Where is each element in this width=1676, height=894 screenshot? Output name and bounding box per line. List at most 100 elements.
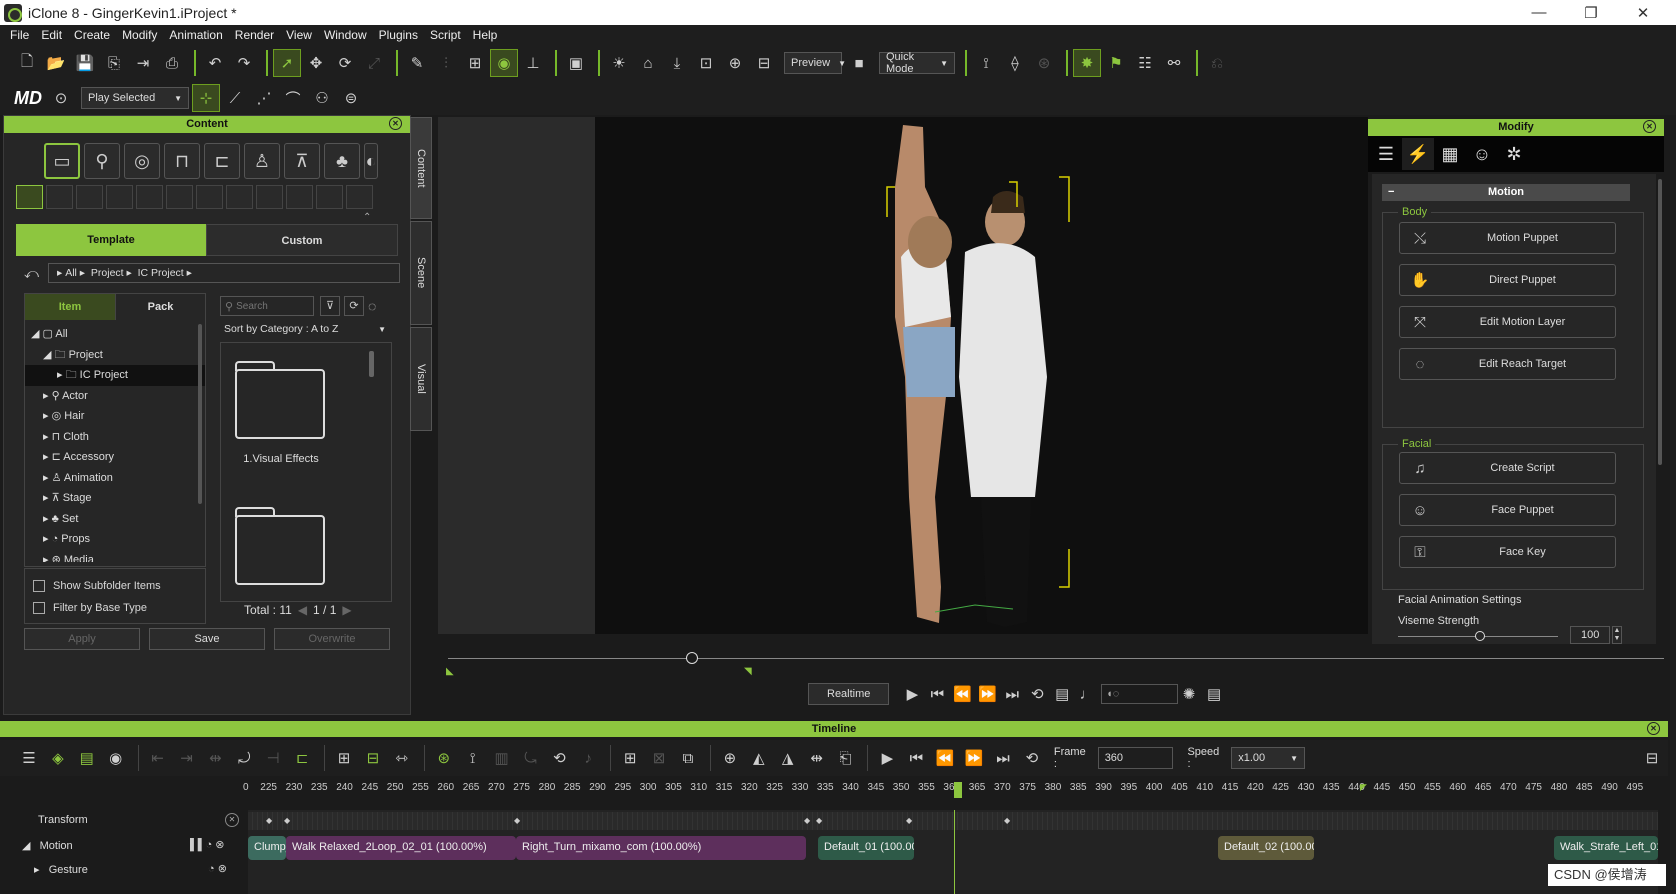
frame-selected-icon[interactable]: ⊡ <box>693 50 719 76</box>
filter-icon[interactable]: ⊽ <box>320 296 340 316</box>
tree-scrollbar[interactable] <box>198 324 202 504</box>
tree-item-media[interactable]: ▸ ⊛ Media <box>25 550 205 563</box>
export-icon[interactable]: ⇥ <box>130 50 156 76</box>
move-icon[interactable]: ✥ <box>303 50 329 76</box>
stage-category-icon[interactable]: ⊼ <box>284 143 320 179</box>
key-diamond-icon[interactable]: ◆ <box>266 816 272 825</box>
tab-pack[interactable]: Pack <box>115 294 205 320</box>
tl-prev-frame-icon[interactable]: ⏪ <box>932 745 958 771</box>
disabled-edit-icon[interactable]: ⇹ <box>202 745 228 771</box>
quick-mode-dropdown[interactable]: Quick Mode ▼ <box>879 51 955 75</box>
viseme-slider-handle[interactable] <box>1475 631 1485 641</box>
set-category-icon[interactable]: ♣ <box>324 143 360 179</box>
play-icon[interactable]: ▶ <box>901 681 923 707</box>
realtime-button[interactable]: Realtime <box>808 683 890 705</box>
film-icon[interactable]: ▤ <box>1203 681 1225 707</box>
loop-icon[interactable]: ⟲ <box>1026 681 1048 707</box>
view-mode-icon[interactable]: ◌ <box>368 298 376 314</box>
back-arrow-icon[interactable]: ⤺ <box>16 265 48 282</box>
path-icon[interactable]: ⟋ <box>222 85 248 111</box>
play-selected-dropdown[interactable]: Play Selected ▼ <box>81 87 189 109</box>
viewport-render-area[interactable] <box>595 117 1368 634</box>
viewport[interactable] <box>438 117 1368 634</box>
disabled-edit-icon[interactable]: ▥ <box>489 745 515 771</box>
tree-item-set[interactable]: ▸ ♣ Set <box>25 509 205 530</box>
menu-window[interactable]: Window <box>324 28 367 42</box>
actor-category-icon[interactable]: ⚲ <box>84 143 120 179</box>
cloth-category-icon[interactable]: ⊓ <box>164 143 200 179</box>
tree-item-hair[interactable]: ▸ ◎ Hair <box>25 406 205 427</box>
search-input[interactable] <box>236 300 307 312</box>
tl-next-key-icon[interactable]: ⏭ <box>990 745 1016 771</box>
subcategory-cell[interactable] <box>316 185 343 209</box>
fk-icon[interactable]: ⟠ <box>1002 50 1028 76</box>
restore-icon[interactable]: ❐ <box>1568 0 1614 25</box>
close-icon[interactable]: ✕ <box>1620 0 1666 25</box>
disabled-edit-icon[interactable]: ⊣ <box>260 745 286 771</box>
menu-modify[interactable]: Modify <box>122 28 157 42</box>
export-clip-icon[interactable]: ⎗ <box>833 745 859 771</box>
align-icon[interactable]: ⫶ <box>433 50 459 76</box>
next-frame-icon[interactable]: ⏩ <box>976 681 998 707</box>
loop-clip-icon[interactable]: ⟲ <box>546 745 572 771</box>
motion-clip[interactable]: Right_Turn_mixamo_com (100.00%) <box>516 836 806 860</box>
motion-tab-icon[interactable]: ⚡ <box>1402 138 1434 170</box>
crowd-icon[interactable]: ⚇ <box>309 85 335 111</box>
save-button[interactable]: Save <box>149 628 265 650</box>
menu-edit[interactable]: Edit <box>41 28 62 42</box>
import-icon[interactable]: ⎘ <box>101 50 127 76</box>
folder-item-icon[interactable] <box>235 515 325 585</box>
range-start-marker[interactable]: ◣ <box>446 666 454 677</box>
male-character[interactable] <box>959 191 1047 627</box>
pivot-icon[interactable]: ⊥ <box>520 50 546 76</box>
collapse-chevron-icon[interactable]: ⌃ <box>363 212 371 223</box>
trigger-icon[interactable]: ⌒ <box>280 85 306 111</box>
select-icon[interactable]: ➚ <box>273 49 301 77</box>
subcategory-cell[interactable] <box>196 185 223 209</box>
home-camera-icon[interactable]: ⌂ <box>635 50 661 76</box>
tl-play-icon[interactable]: ▶ <box>874 745 900 771</box>
clip-icon[interactable]: ⊏ <box>289 745 315 771</box>
tree-item-project[interactable]: ◢ 🗀 Project <box>25 345 205 366</box>
sort-dropdown[interactable]: Sort by Category : A to Z ▼ <box>220 319 392 339</box>
fit-icon[interactable]: ⇿ <box>389 745 415 771</box>
split-icon[interactable]: ⧉ <box>675 745 701 771</box>
subcategory-cell[interactable] <box>286 185 313 209</box>
transform-lane[interactable] <box>248 812 1658 830</box>
motion-clip[interactable]: Walk_Strafe_Left_01 <box>1554 836 1658 860</box>
insert-icon[interactable]: ⊞ <box>617 745 643 771</box>
subcategory-cell[interactable] <box>76 185 103 209</box>
subcategory-cell[interactable] <box>256 185 283 209</box>
motion-clip[interactable]: Walk Relaxed_2Loop_02_01 (100.00%) <box>286 836 516 860</box>
breadcrumb-project[interactable]: Project <box>91 267 124 279</box>
items-scrollbar[interactable] <box>369 351 374 377</box>
close-content-icon[interactable]: ✕ <box>389 117 402 130</box>
tl-next-frame-icon[interactable]: ⏩ <box>961 745 987 771</box>
key-diamond-icon[interactable]: ◆ <box>906 816 912 825</box>
side-tab-visual[interactable]: Visual <box>410 327 432 431</box>
script-icon[interactable]: ⊜ <box>338 85 364 111</box>
tab-custom[interactable]: Custom <box>206 224 398 256</box>
create-script-button[interactable]: ♫ Create Script <box>1399 452 1616 484</box>
hair-category-icon[interactable]: ◎ <box>124 143 160 179</box>
attributes-tab-icon[interactable]: ☰ <box>1370 138 1402 170</box>
render-window-icon[interactable]: ▣ <box>563 50 589 76</box>
open-file-icon[interactable]: 📂 <box>43 50 69 76</box>
female-character[interactable] <box>895 125 955 623</box>
flag-icon[interactable]: ⚑ <box>1103 50 1129 76</box>
menu-animation[interactable]: Animation <box>169 28 222 42</box>
tree-item-all[interactable]: ◢ ▢ All <box>25 324 205 345</box>
save-icon[interactable]: 💾 <box>72 50 98 76</box>
edit-motion-layer-button[interactable]: ⤧ Edit Motion Layer <box>1399 306 1616 338</box>
menu-render[interactable]: Render <box>235 28 274 42</box>
folder-category-icon[interactable]: ▭ <box>44 143 80 179</box>
close-modify-icon[interactable]: ✕ <box>1643 120 1656 133</box>
view-options-icon[interactable]: ⊕ <box>722 50 748 76</box>
overwrite-button[interactable]: Overwrite <box>274 628 390 650</box>
play-circle-icon[interactable]: ⊙ <box>48 85 74 111</box>
track-motion[interactable]: ◢ Motion <box>22 839 73 852</box>
key-diamond-icon[interactable]: ◆ <box>816 816 822 825</box>
menu-plugins[interactable]: Plugins <box>379 28 418 42</box>
breadcrumb-ic-project[interactable]: IC Project <box>138 267 184 279</box>
timeline-settings-icon[interactable]: ⊟ <box>1639 745 1665 771</box>
